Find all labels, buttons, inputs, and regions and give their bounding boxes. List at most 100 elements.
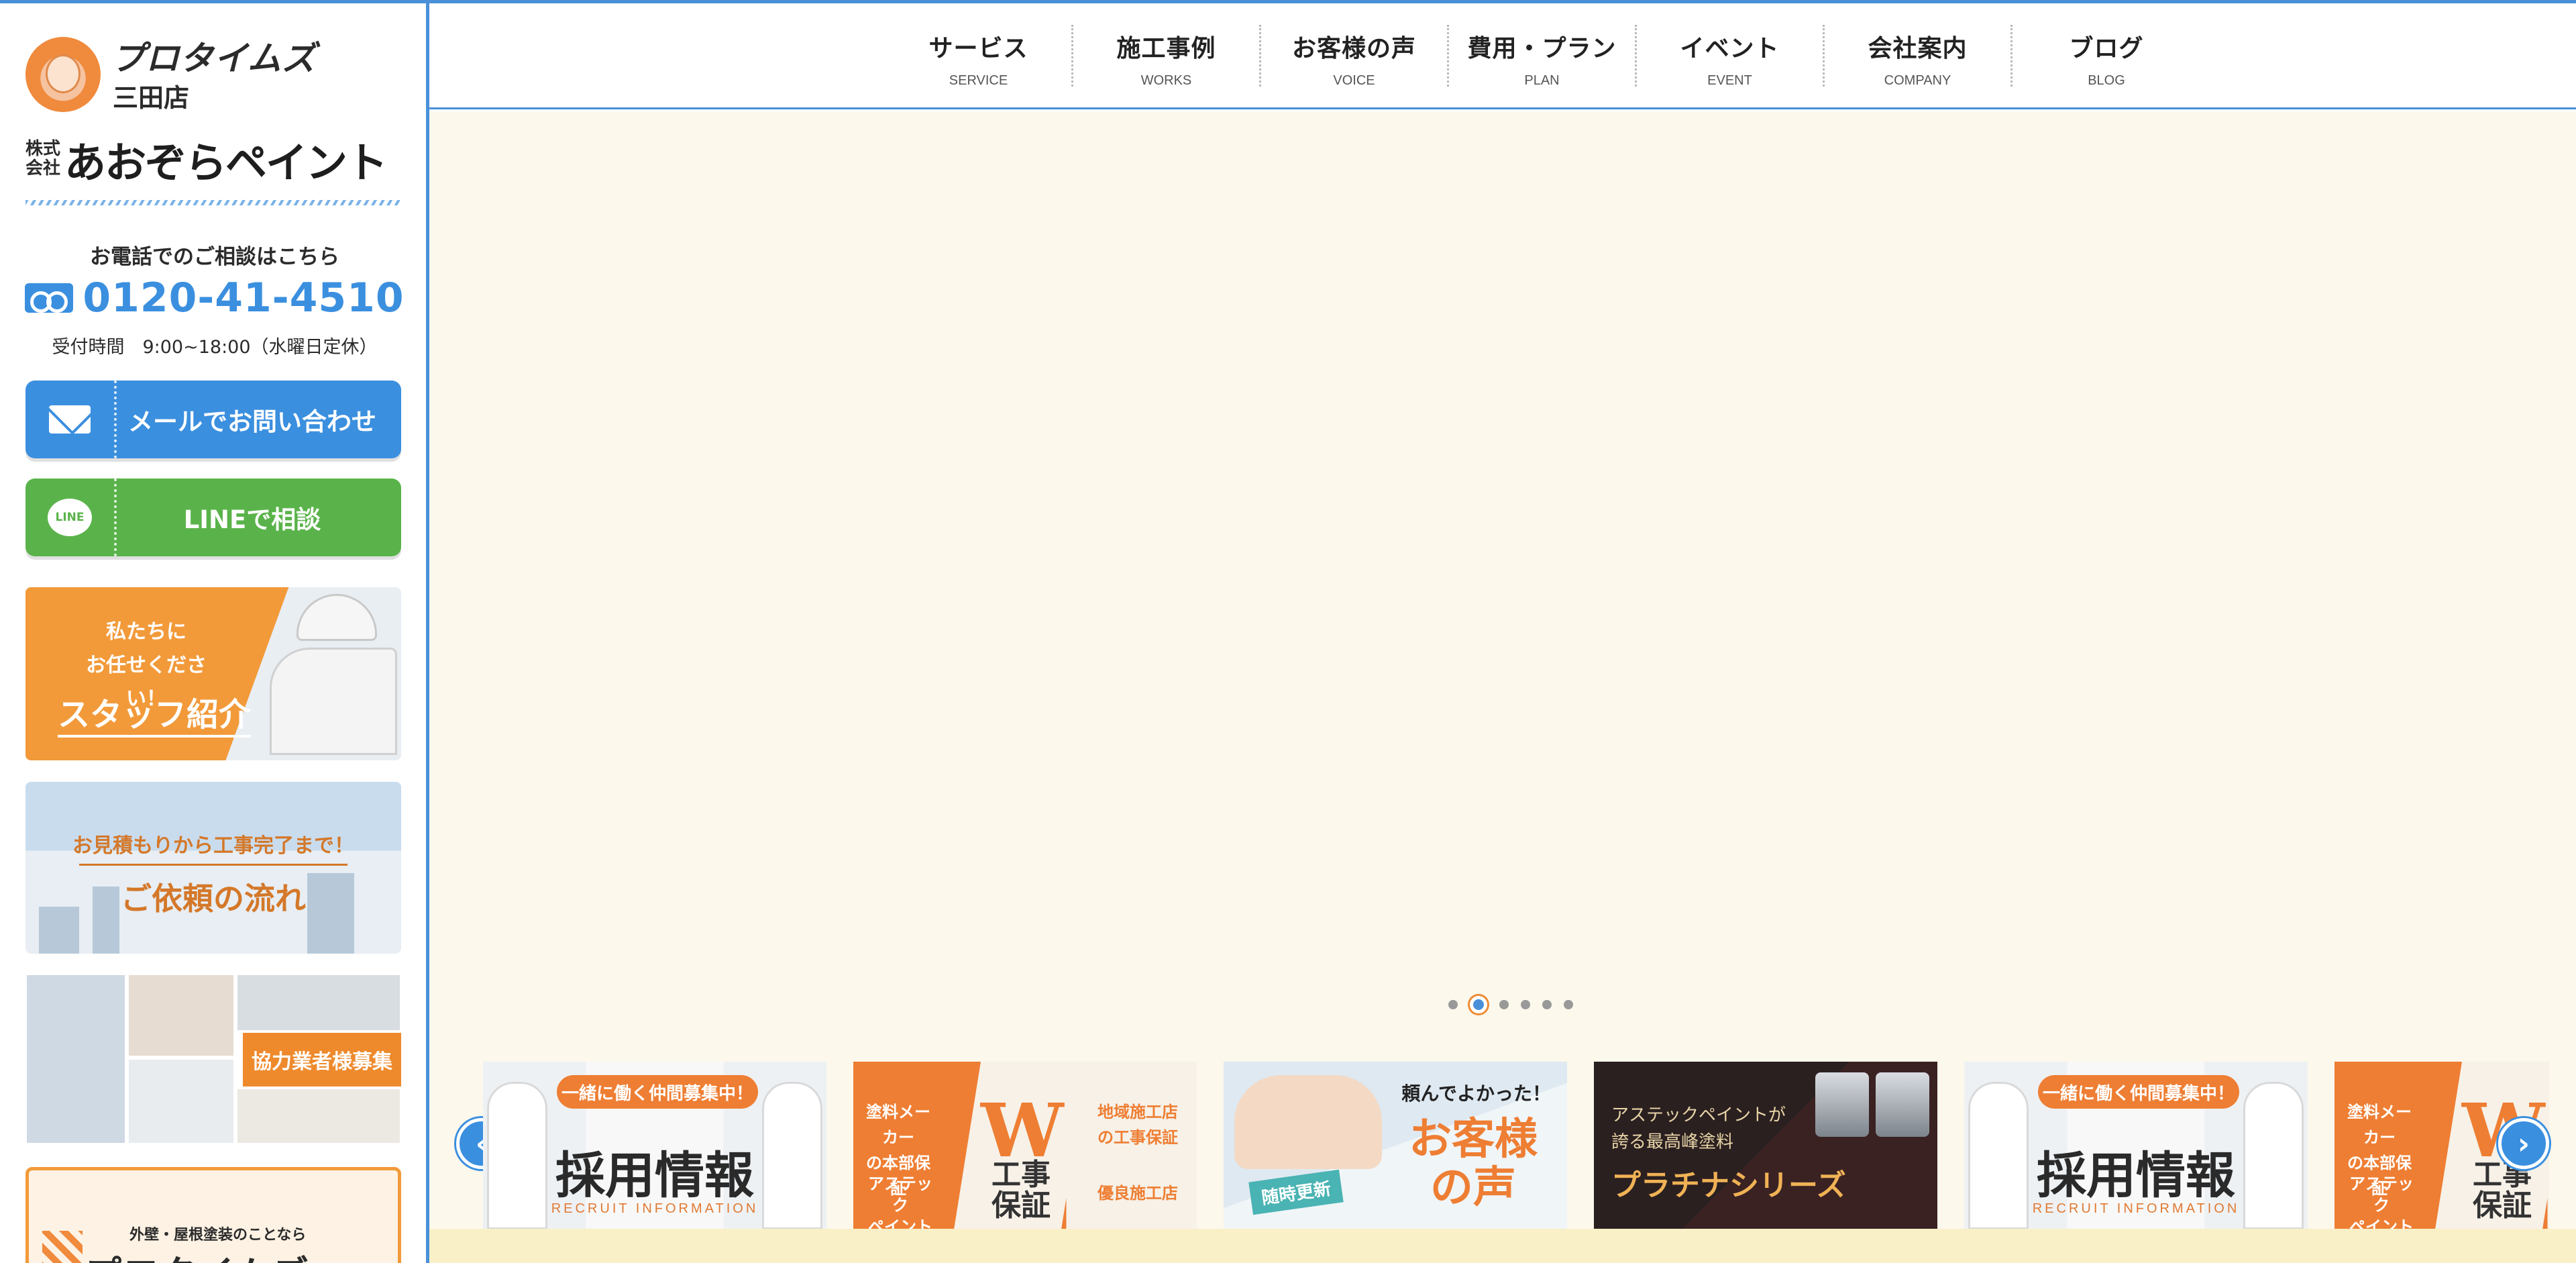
photo-tile bbox=[127, 974, 235, 1057]
freedial-icon bbox=[25, 283, 74, 313]
nav-label: 費用・プラン bbox=[1467, 35, 1617, 62]
nav-sublabel: BLOG bbox=[2088, 73, 2125, 88]
photo-tile bbox=[25, 974, 126, 1144]
platinum-sub-line2: 誇る最高峰塗料 bbox=[1611, 1132, 1734, 1152]
nav-label: イベント bbox=[1680, 35, 1780, 62]
nav-item-works[interactable]: 施工事例 WORKS bbox=[1073, 25, 1261, 88]
nav-sublabel: WORKS bbox=[1140, 73, 1192, 88]
flow-banner-rule bbox=[79, 864, 347, 866]
global-nav: サービス SERVICE 施工事例 WORKS お客様の声 VOICE 費用・プラン P… bbox=[885, 25, 2200, 88]
nav-sublabel: EVENT bbox=[1707, 73, 1752, 88]
slide-recruit[interactable]: 一緒に働く仲間募集中！ 採用情報 RECRUIT INFORMATION bbox=[1964, 1062, 2308, 1229]
nav-sublabel: COMPANY bbox=[1884, 73, 1951, 88]
nav-label: お客様の声 bbox=[1291, 35, 1416, 62]
company-prefix-2: 会社 bbox=[25, 158, 61, 179]
tel-number: 0120-41-4510 bbox=[83, 274, 405, 321]
slider-dot[interactable] bbox=[1521, 1000, 1530, 1009]
nav-item-voice[interactable]: お客様の声 VOICE bbox=[1261, 25, 1449, 88]
recruit-title: 採用情報 bbox=[555, 1147, 754, 1205]
tel-label: お電話でのご相談はこちら bbox=[90, 245, 339, 269]
mascot-icon bbox=[25, 37, 101, 112]
voice-top: 頼んでよかった！ bbox=[1401, 1082, 1551, 1105]
photo-tile bbox=[236, 1088, 401, 1144]
slider-dot[interactable] bbox=[1499, 1000, 1509, 1009]
warranty-center-line2: 保証 bbox=[2473, 1189, 2532, 1223]
recruit-sub: RECRUIT INFORMATION bbox=[2032, 1201, 2240, 1216]
recruit-pill: 一緒に働く仲間募集中！ bbox=[2038, 1075, 2239, 1109]
mail-icon-wrap bbox=[25, 381, 117, 458]
brand-name: プロタイムズ bbox=[111, 39, 316, 78]
nav-item-event[interactable]: イベント EVENT bbox=[1637, 25, 1825, 88]
partner-banner[interactable]: 協力業者様募集 bbox=[25, 974, 401, 1144]
store-logo[interactable]: プロタイムズ 三田店 bbox=[25, 29, 401, 116]
protimes-banner[interactable]: 外壁・屋根塗装のことなら プロタイムズ bbox=[25, 1167, 401, 1263]
slide-warranty[interactable]: 塗料メーカー の本部保証 アステック ペイント W 工事 保証 地域施工店 の工事保証 … bbox=[853, 1062, 1197, 1229]
store-name: 三田店 bbox=[113, 83, 190, 113]
company-logo[interactable]: 株式 会社 あおぞらペイント bbox=[25, 135, 388, 187]
line-consult-button[interactable]: LINE LINEで相談 bbox=[25, 478, 401, 556]
nav-label: ブログ bbox=[2069, 35, 2144, 62]
staff-banner-title: スタッフ紹介 bbox=[58, 688, 252, 738]
voice-title: お客様の声 bbox=[1409, 1115, 1538, 1213]
footer-strip bbox=[429, 1229, 2576, 1263]
platinum-sub: アステックペイントが 誇る最高峰塗料 bbox=[1611, 1102, 1786, 1156]
protimes-banner-sub: 外壁・屋根塗装のことなら bbox=[129, 1227, 307, 1244]
line-icon-wrap: LINE bbox=[25, 478, 117, 556]
company-prefix: 株式 会社 bbox=[25, 140, 60, 179]
sidebar: プロタイムズ 三田店 株式 会社 あおぞらペイント お電話でのご相談はこちら 0… bbox=[0, 3, 429, 1263]
nav-item-plan[interactable]: 費用・プラン PLAN bbox=[1449, 25, 1637, 88]
platinum-sub-line1: アステックペイントが bbox=[1611, 1105, 1786, 1125]
warranty-left-brand: アステック ペイント bbox=[2348, 1173, 2415, 1229]
staff-banner-line1: 私たちに bbox=[106, 620, 186, 644]
nav-item-service[interactable]: サービス SERVICE bbox=[885, 25, 1073, 88]
mail-icon bbox=[49, 405, 91, 434]
recruit-pill: 一緒に働く仲間募集中！ bbox=[557, 1075, 758, 1109]
protimes-banner-title: プロタイムズ bbox=[85, 1244, 310, 1263]
recruit-sub: RECRUIT INFORMATION bbox=[551, 1201, 759, 1216]
staff-banner[interactable]: 私たちに お任せください！ スタッフ紹介 bbox=[25, 587, 401, 760]
warranty-left-line4: ペイント bbox=[2349, 1217, 2414, 1229]
app-root: プロタイムズ 三田店 株式 会社 あおぞらペイント お電話でのご相談はこちら 0… bbox=[0, 0, 2576, 1263]
carousel-next-button[interactable]: › bbox=[2498, 1118, 2549, 1169]
mail-contact-label: メールでお問い合わせ bbox=[128, 407, 376, 436]
banner-carousel: 一緒に働く仲間募集中！ 採用情報 RECRUIT INFORMATION 塗料メ… bbox=[483, 1062, 2549, 1229]
warranty-right-line1: 地域施工店 bbox=[1097, 1103, 1178, 1121]
warranty-left-brand: アステック ペイント bbox=[867, 1173, 934, 1229]
tel-hours: 受付時間 9:00~18:00（水曜日定休） bbox=[52, 337, 378, 358]
partner-banner-tag: 協力業者様募集 bbox=[243, 1033, 401, 1087]
tel-link[interactable]: 0120-41-4510 bbox=[0, 274, 426, 321]
global-header: サービス SERVICE 施工事例 WORKS お客様の声 VOICE 費用・プラン P… bbox=[429, 3, 2576, 109]
photo-tile bbox=[236, 974, 401, 1031]
voice-tag: 随時更新 bbox=[1248, 1169, 1344, 1215]
nav-label: 施工事例 bbox=[1116, 35, 1216, 62]
warranty-left-line1: 塗料メーカー bbox=[2347, 1103, 2412, 1147]
nav-label: 会社案内 bbox=[1868, 35, 1968, 62]
line-icon: LINE bbox=[48, 499, 92, 536]
flow-banner[interactable]: お見積もりから工事完了まで！ ご依頼の流れ bbox=[25, 782, 401, 954]
warranty-right-line2: の工事保証 bbox=[1097, 1128, 1178, 1147]
company-prefix-1: 株式 bbox=[25, 139, 61, 159]
family-illustration bbox=[1234, 1075, 1382, 1169]
nav-sublabel: VOICE bbox=[1333, 73, 1375, 88]
slider-dot[interactable] bbox=[1470, 996, 1487, 1013]
divider bbox=[25, 200, 400, 205]
slider-pagination bbox=[1442, 996, 1579, 1013]
slide-platinum[interactable]: アステックペイントが 誇る最高峰塗料 プラチナシリーズ bbox=[1594, 1062, 1937, 1229]
warranty-left-line4: ペイント bbox=[868, 1217, 932, 1229]
nav-item-company[interactable]: 会社案内 COMPANY bbox=[1825, 25, 2012, 88]
photo-tile bbox=[127, 1058, 235, 1144]
slider-dot[interactable] bbox=[1564, 1000, 1573, 1009]
flow-banner-sub: お見積もりから工事完了まで！ bbox=[72, 834, 354, 858]
paint-can-image bbox=[1876, 1072, 1929, 1137]
nav-sublabel: PLAN bbox=[1524, 73, 1560, 88]
nav-item-blog[interactable]: ブログ BLOG bbox=[2012, 25, 2200, 88]
slider-dot[interactable] bbox=[1542, 1000, 1552, 1009]
slide-voice[interactable]: 頼んでよかった！ お客様の声 随時更新 bbox=[1224, 1062, 1567, 1229]
slider-dot[interactable] bbox=[1448, 1000, 1458, 1009]
paint-can-image bbox=[1815, 1072, 1869, 1137]
warranty-center-line1: 工事 bbox=[991, 1158, 1051, 1192]
warranty-right-brand: 優良施工店 bbox=[1097, 1184, 1178, 1203]
slide-recruit[interactable]: 一緒に働く仲間募集中！ 採用情報 RECRUIT INFORMATION bbox=[483, 1062, 826, 1229]
worker-illustration bbox=[250, 594, 397, 755]
mail-contact-button[interactable]: メールでお問い合わせ bbox=[25, 381, 401, 458]
